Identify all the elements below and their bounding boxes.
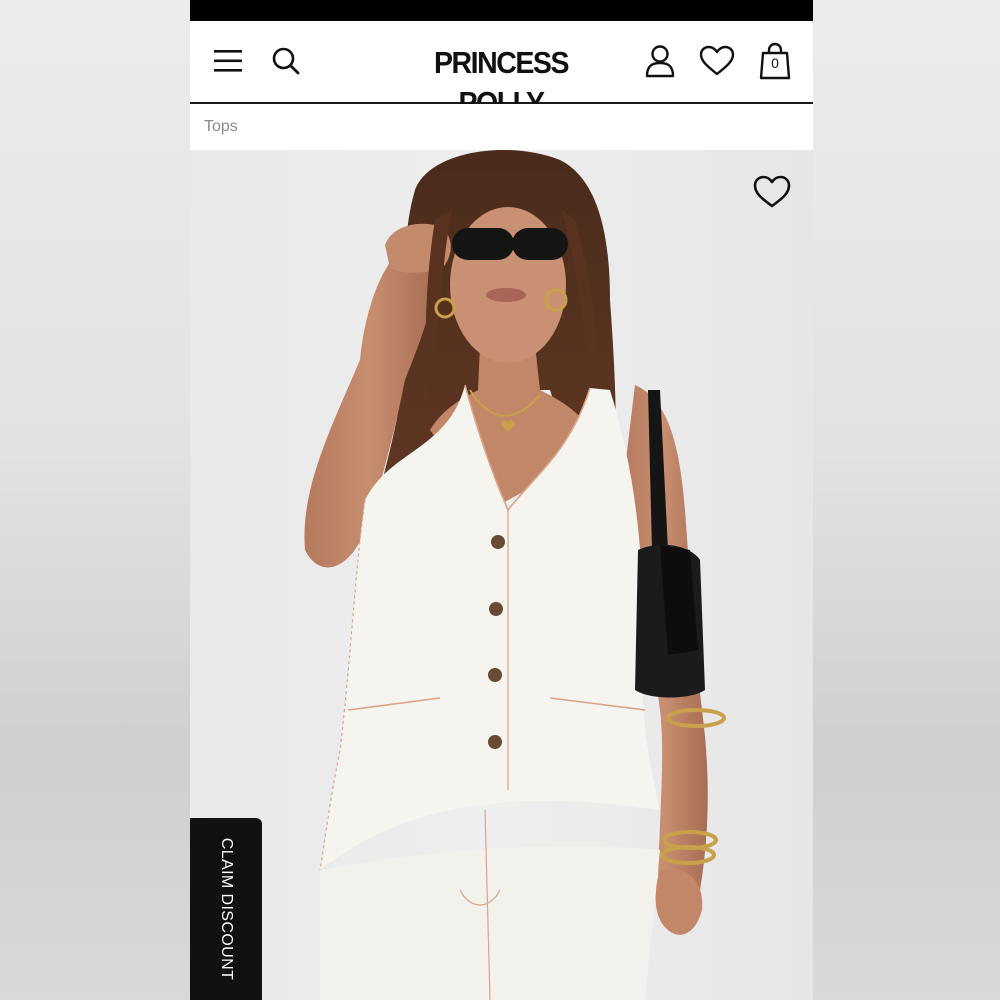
menu-icon — [214, 50, 242, 72]
cart-button[interactable]: 0 — [755, 41, 795, 81]
search-icon — [272, 47, 300, 75]
breadcrumb: Tops — [190, 104, 813, 150]
site-header: PRINCESS POLLY 0 — [190, 21, 813, 120]
right-background — [813, 0, 1000, 1000]
left-background — [0, 0, 190, 1000]
search-button[interactable] — [266, 41, 306, 81]
heart-outline-icon — [753, 175, 791, 208]
mobile-page: PRINCESS POLLY 0 Tops CLAIM DISCOUNT — [190, 0, 813, 1000]
menu-button[interactable] — [208, 41, 248, 81]
claim-discount-tab[interactable]: CLAIM DISCOUNT — [190, 818, 262, 1000]
claim-discount-label: CLAIM DISCOUNT — [218, 837, 235, 981]
product-photo[interactable]: CLAIM DISCOUNT — [190, 150, 813, 1000]
add-to-wishlist-button[interactable] — [749, 170, 795, 212]
breadcrumb-link-tops[interactable]: Tops — [204, 118, 238, 136]
account-button[interactable] — [640, 41, 680, 81]
model-image — [190, 150, 813, 1000]
announcement-banner[interactable] — [190, 0, 813, 21]
account-icon — [645, 45, 675, 78]
wishlist-icon — [699, 45, 735, 76]
wishlist-button[interactable] — [697, 41, 737, 81]
cart-count: 0 — [771, 55, 779, 71]
